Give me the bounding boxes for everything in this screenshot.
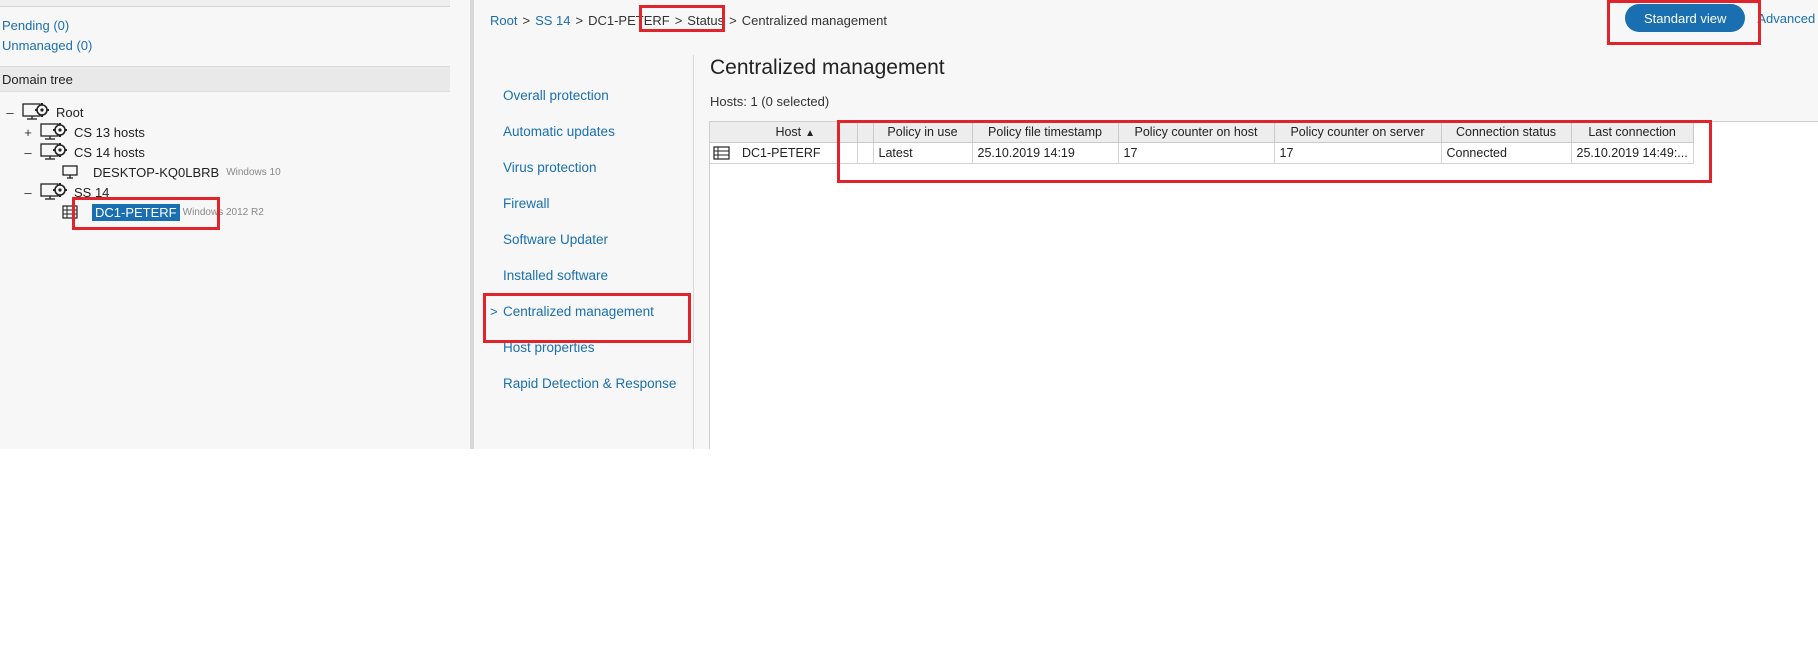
left-top-strip [0,0,450,7]
sort-ascending-icon: ▲ [805,127,816,139]
nav-rapid-detection-response[interactable]: Rapid Detection & Response [503,376,676,391]
tree-os-desktop: Windows 10 [226,166,281,178]
tree-label-root: Root [56,104,84,120]
highlight-box-policy-columns [837,120,1712,183]
nav-automatic-updates[interactable]: Automatic updates [503,124,615,139]
unmanaged-link[interactable]: Unmanaged (0) [2,38,92,53]
server-group-gear-icon [40,182,68,202]
page-title: Centralized management [710,56,945,79]
breadcrumb-root[interactable]: Root [490,13,517,28]
monitor-icon [62,164,78,180]
section-nav: Overall protection Automatic updates Vir… [476,55,694,449]
breadcrumb-separator: > [729,12,737,28]
domain-tree-header: Domain tree [0,66,450,92]
tree-label-desktop: DESKTOP-KQ0LBRB [93,164,220,180]
header-icon-column [710,122,734,143]
tree-label-cs13: CS 13 hosts [74,124,145,140]
hosts-count: Hosts: 1 (0 selected) [710,94,830,109]
tree-node-desktop[interactable]: DESKTOP-KQ0LBRB Windows 10 [56,162,281,182]
highlight-box-standard-view [1607,0,1761,45]
tree-node-cs14[interactable]: – CS 14 hosts [22,142,145,162]
server-group-gear-icon [22,102,50,122]
expand-toggle[interactable]: + [22,125,34,140]
nav-software-updater[interactable]: Software Updater [503,232,608,247]
server-icon [710,142,734,164]
left-pane: Pending (0) Unmanaged (0) Domain tree – … [0,0,470,449]
breadcrumb-separator: > [522,12,531,28]
pending-link[interactable]: Pending (0) [2,18,69,33]
tree-node-root[interactable]: – Root [4,102,83,122]
highlight-box-centralized-management [483,293,691,343]
breadcrumb-current: Centralized management [741,12,887,28]
app-window: Pending (0) Unmanaged (0) Domain tree – … [0,0,1818,449]
nav-installed-software[interactable]: Installed software [503,268,608,283]
highlight-box-selected-host [72,197,220,230]
server-group-gear-icon [40,122,68,142]
collapse-toggle[interactable]: – [22,145,34,160]
nav-virus-protection[interactable]: Virus protection [503,160,597,175]
nav-overall-protection[interactable]: Overall protection [503,88,609,103]
collapse-toggle[interactable]: – [22,185,34,200]
breadcrumb-ss14[interactable]: SS 14 [535,13,570,28]
highlight-box-breadcrumb-status [639,5,725,32]
nav-firewall[interactable]: Firewall [503,196,550,211]
server-group-gear-icon [40,142,68,162]
collapse-toggle[interactable]: – [4,105,16,120]
breadcrumb-separator: > [575,12,584,28]
tree-node-cs13[interactable]: + CS 13 hosts [22,122,145,142]
pane-splitter[interactable] [470,0,474,449]
tree-label-cs14: CS 14 hosts [74,144,145,160]
column-header-host-label: Host [775,124,802,139]
